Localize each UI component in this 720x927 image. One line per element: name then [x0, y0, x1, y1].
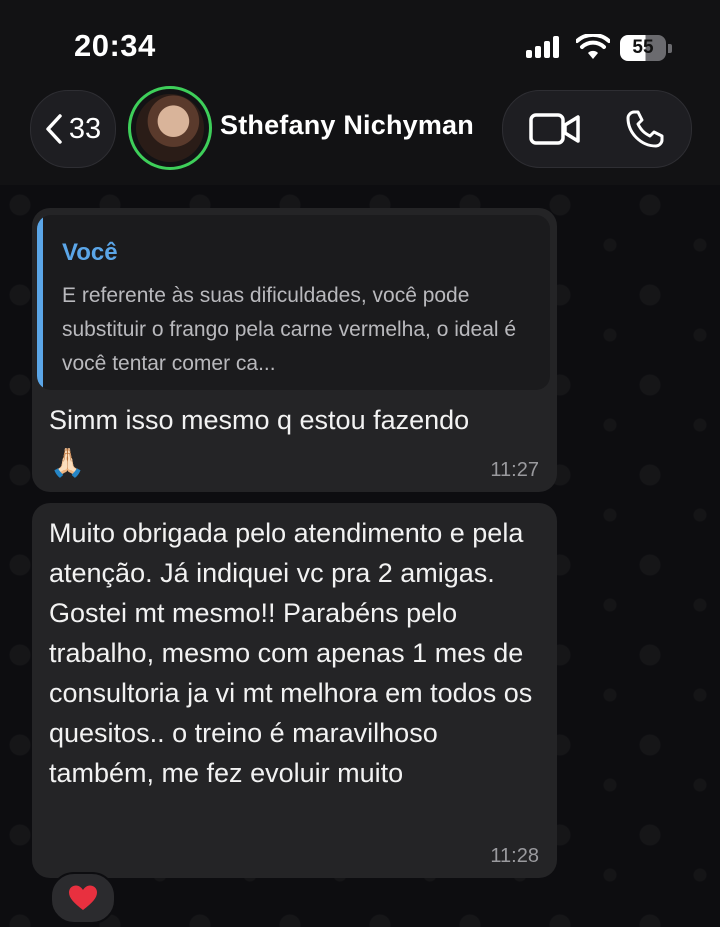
phone-call-icon[interactable] [625, 109, 665, 149]
cellular-signal-icon [526, 36, 562, 58]
quote-accent-bar [37, 215, 43, 390]
message-reaction[interactable] [50, 872, 116, 924]
avatar-photo [136, 94, 204, 162]
battery-icon: 55 [620, 35, 666, 61]
video-call-icon[interactable] [529, 111, 581, 147]
incoming-message-bubble[interactable]: Você E referente às suas dificuldades, v… [32, 208, 557, 492]
heart-icon [69, 885, 97, 910]
quoted-reply[interactable]: Você E referente às suas dificuldades, v… [37, 215, 550, 390]
wifi-icon [576, 34, 610, 59]
message-timestamp: 11:28 [490, 845, 539, 867]
contact-name[interactable]: Sthefany Nichyman [220, 110, 474, 141]
back-button[interactable]: 33 [30, 90, 116, 168]
message-text: Muito obrigada pelo atendimento e pela a… [49, 518, 533, 788]
praying-hands-emoji: 🙏🏻 [50, 447, 85, 478]
chevron-left-icon [46, 114, 62, 144]
message-text: Simm isso mesmo q estou fazendo [49, 405, 470, 435]
call-actions [502, 90, 692, 168]
quote-author: Você [62, 239, 118, 266]
incoming-message-bubble[interactable]: Muito obrigada pelo atendimento e pela a… [32, 503, 557, 878]
message-timestamp: 11:27 [490, 459, 539, 481]
quote-text: E referente às suas dificuldades, você p… [62, 284, 517, 375]
status-time: 20:34 [74, 28, 156, 63]
battery-tip [668, 44, 672, 53]
chat-header: 33 Sthefany Nichyman [0, 86, 720, 185]
avatar[interactable] [128, 86, 212, 170]
status-bar: 20:34 55 [0, 0, 720, 90]
unread-count: 33 [68, 112, 102, 145]
